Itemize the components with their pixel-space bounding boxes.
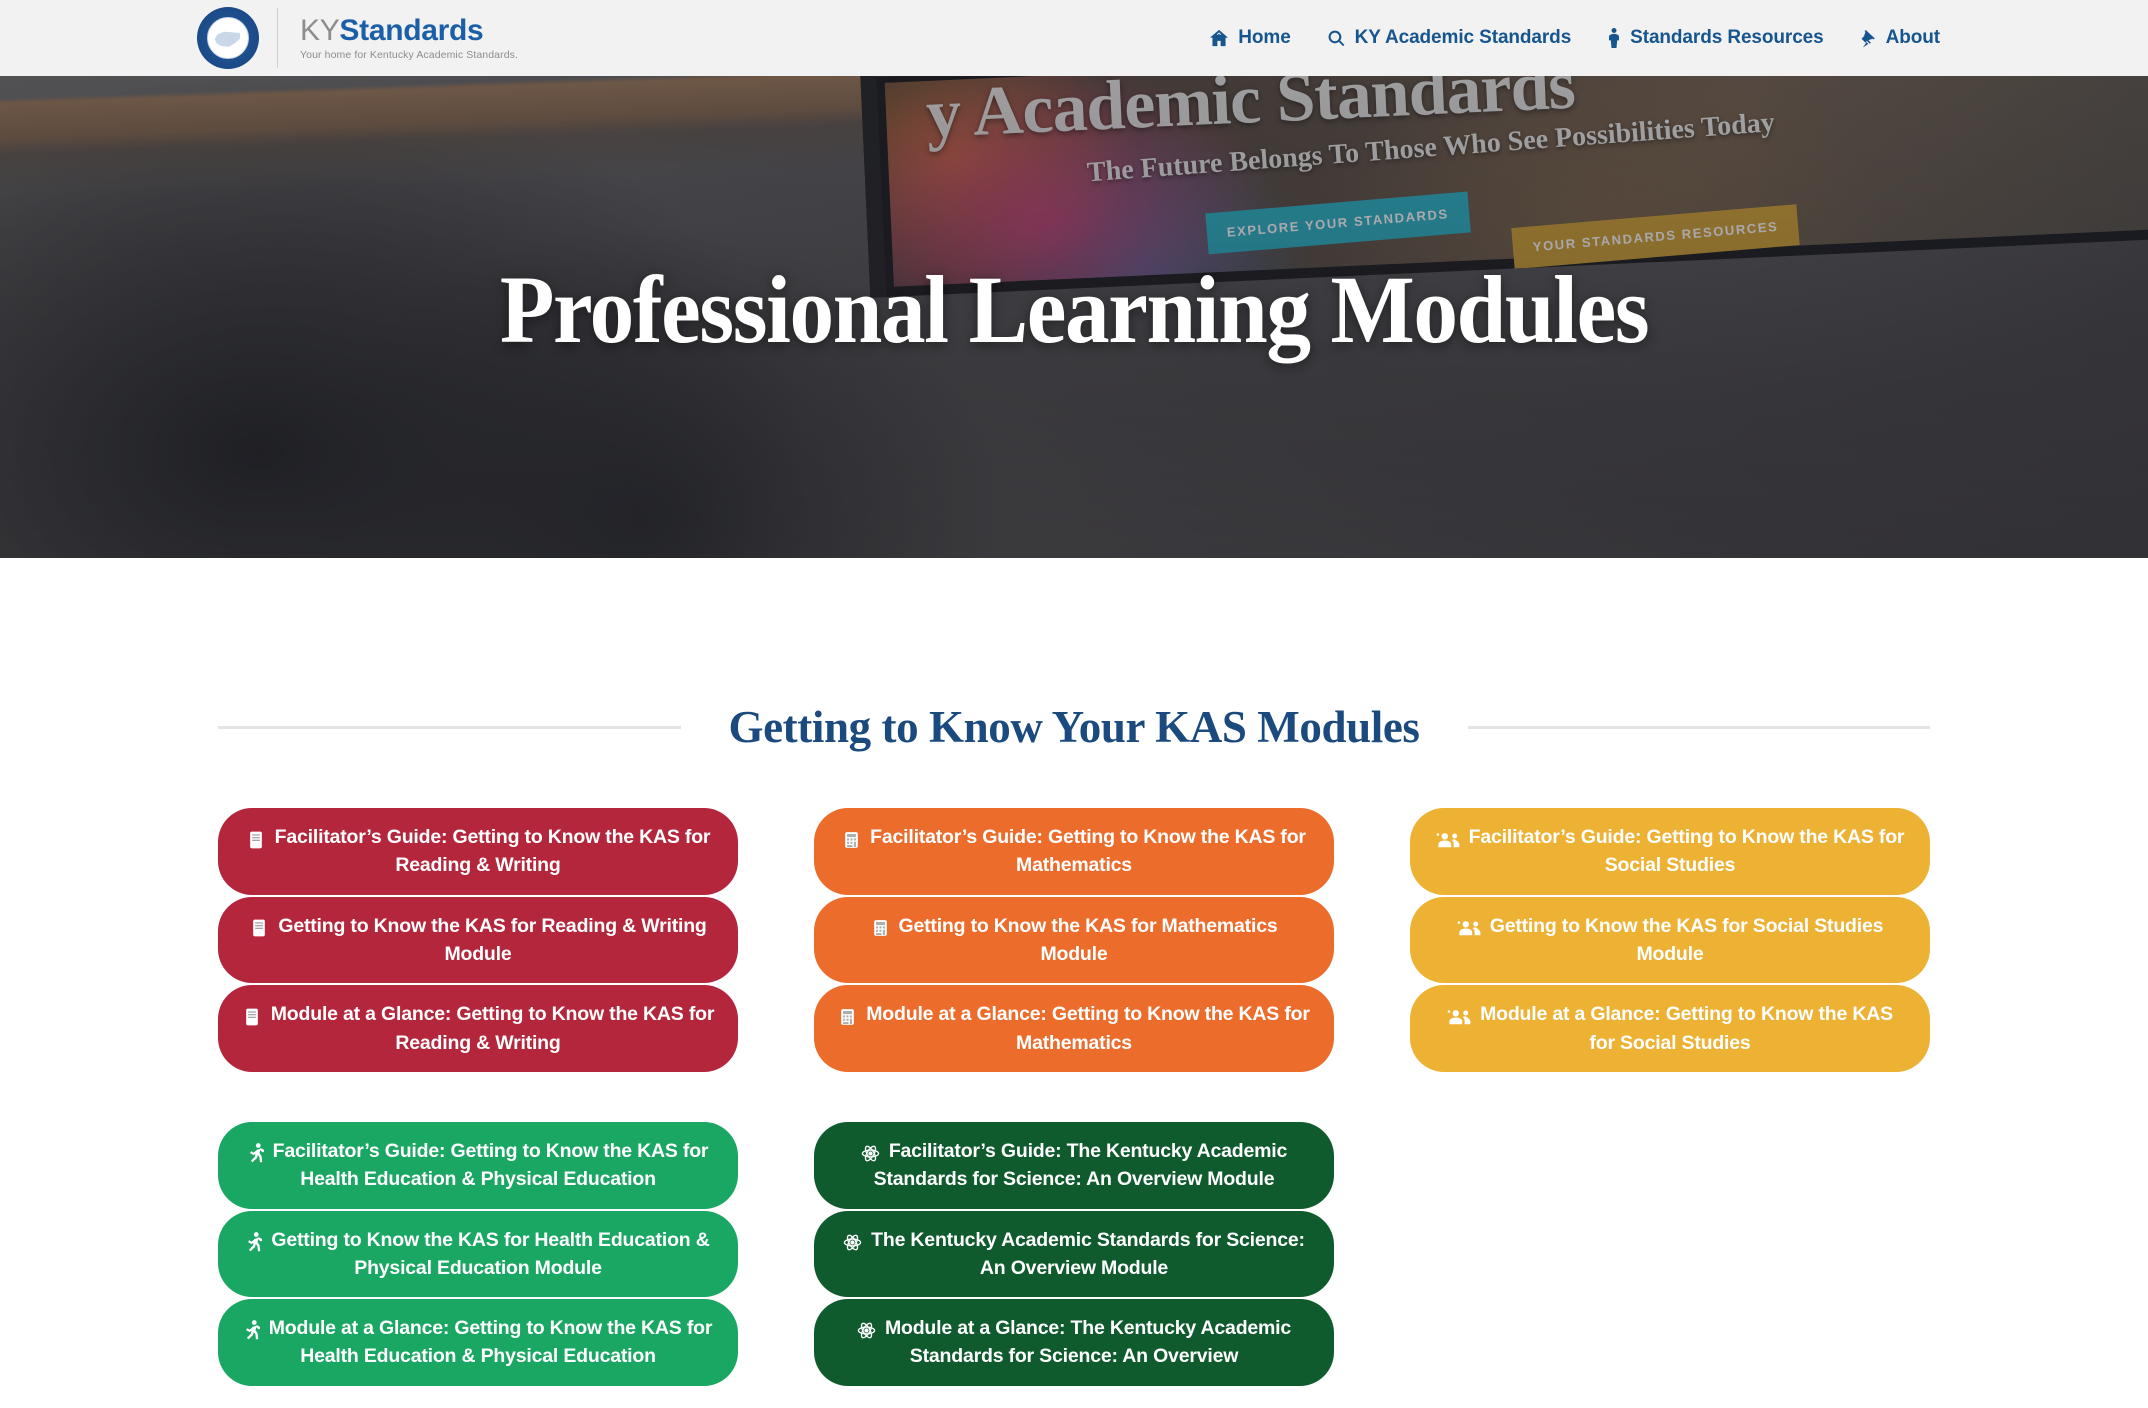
logo-divider [277, 8, 278, 68]
module-button[interactable]: Facilitator’s Guide: Getting to Know the… [218, 1121, 738, 1209]
module-button-label: Module at a Glance: The Kentucky Academi… [884, 1317, 1292, 1368]
module-button-label: Getting to Know the KAS for Mathematics … [898, 914, 1278, 965]
search-icon [1327, 29, 1346, 48]
module-button-label: Getting to Know the KAS for Social Studi… [1489, 914, 1884, 965]
thumbtack-icon [1860, 29, 1877, 48]
brand-title-standards: Standards [339, 13, 484, 47]
atom-icon [857, 1317, 876, 1343]
main-navigation: Home KY Academic Standards Standards Res… [1209, 0, 2148, 76]
module-button[interactable]: Facilitator’s Guide: Getting to Know the… [1410, 808, 1930, 895]
module-button[interactable]: Module at a Glance: Getting to Know the … [218, 985, 738, 1072]
module-group-reading-writing: Facilitator’s Guide: Getting to Know the… [218, 808, 738, 1072]
brand-text: KYStandards Your home for Kentucky Acade… [300, 15, 518, 62]
module-button[interactable]: Getting to Know the KAS for Social Studi… [1410, 896, 1930, 984]
site-header: KYStandards Your home for Kentucky Acade… [0, 0, 2148, 76]
nav-item-standards-resources[interactable]: Standards Resources [1607, 27, 1824, 49]
module-button-label: Getting to Know the KAS for Reading & Wr… [278, 914, 707, 965]
module-button[interactable]: Facilitator’s Guide: Getting to Know the… [218, 808, 738, 895]
module-button[interactable]: Getting to Know the KAS for Reading & Wr… [218, 896, 738, 984]
nav-label-home: Home [1238, 27, 1291, 48]
nav-label-ky-academic-standards: KY Academic Standards [1354, 27, 1572, 48]
module-button-label: Module at a Glance: Getting to Know the … [270, 1003, 715, 1054]
page-title: Professional Learning Modules [499, 256, 1650, 363]
module-grid: Facilitator’s Guide: Getting to Know the… [218, 753, 1930, 1386]
calculator-icon [871, 915, 890, 941]
section-heading-text: Getting to Know Your KAS Modules [728, 702, 1420, 752]
users-icon [1447, 1003, 1471, 1029]
module-button[interactable]: Module at a Glance: Getting to Know the … [218, 1299, 738, 1386]
nav-item-ky-academic-standards[interactable]: KY Academic Standards [1327, 27, 1571, 49]
site-logo[interactable]: KYStandards Your home for Kentucky Acade… [197, 0, 518, 76]
brand-title-ky: KY [300, 13, 340, 47]
section-heading: Getting to Know Your KAS Modules [218, 558, 1931, 753]
module-button-label: Facilitator’s Guide: Getting to Know the… [1468, 826, 1905, 877]
module-button-label: Module at a Glance: Getting to Know the … [1480, 1003, 1893, 1054]
atom-icon [861, 1140, 880, 1166]
users-icon [1436, 826, 1460, 852]
module-group-mathematics: Facilitator’s Guide: Getting to Know the… [814, 808, 1334, 1072]
running-icon [244, 1317, 260, 1343]
module-button-label: Module at a Glance: Getting to Know the … [866, 1003, 1310, 1054]
module-button[interactable]: The Kentucky Academic Standards for Scie… [814, 1210, 1334, 1298]
heading-rule-left [218, 725, 681, 729]
module-button[interactable]: Facilitator’s Guide: The Kentucky Academ… [814, 1121, 1334, 1209]
hero-banner: y Academic Standards The Future Belongs … [0, 76, 2148, 558]
module-button[interactable]: Getting to Know the KAS for Health Educa… [218, 1210, 738, 1298]
users-icon [1457, 915, 1481, 941]
calculator-icon [838, 1003, 857, 1029]
nav-item-about[interactable]: About [1860, 27, 1940, 49]
module-button-label: Facilitator’s Guide: The Kentucky Academ… [873, 1139, 1288, 1191]
running-icon [246, 1229, 263, 1255]
home-icon [1209, 29, 1229, 47]
brand-tagline: Your home for Kentucky Academic Standard… [300, 49, 519, 62]
module-button[interactable]: Facilitator’s Guide: Getting to Know the… [814, 808, 1334, 895]
running-icon [248, 1140, 264, 1166]
brand-title: KYStandards [300, 15, 518, 47]
person-icon [1607, 28, 1621, 48]
book-reader-icon [242, 1003, 262, 1029]
module-group-health-education-physical-education: Facilitator’s Guide: Getting to Know the… [218, 1121, 738, 1386]
kde-seal-icon [197, 7, 259, 69]
module-button[interactable]: Getting to Know the KAS for Mathematics … [814, 896, 1334, 984]
book-reader-icon [249, 915, 269, 941]
nav-label-standards-resources: Standards Resources [1630, 27, 1824, 48]
module-button[interactable]: Module at a Glance: Getting to Know the … [814, 985, 1334, 1072]
module-group-science: Facilitator’s Guide: The Kentucky Academ… [814, 1121, 1334, 1386]
heading-rule-right [1467, 725, 1931, 729]
calculator-icon [842, 826, 861, 852]
module-button[interactable]: Module at a Glance: Getting to Know the … [1410, 985, 1930, 1072]
module-button-label: Facilitator’s Guide: Getting to Know the… [272, 1139, 709, 1191]
module-button[interactable]: Module at a Glance: The Kentucky Academi… [814, 1299, 1334, 1386]
nav-item-home[interactable]: Home [1209, 27, 1291, 49]
module-button-label: Getting to Know the KAS for Health Educa… [271, 1228, 710, 1279]
module-button-label: Facilitator’s Guide: Getting to Know the… [870, 826, 1306, 877]
module-group-social-studies: Facilitator’s Guide: Getting to Know the… [1410, 808, 1930, 1072]
module-button-label: The Kentucky Academic Standards for Scie… [871, 1228, 1305, 1279]
book-reader-icon [246, 826, 266, 852]
nav-label-about: About [1885, 27, 1940, 48]
module-button-label: Facilitator’s Guide: Getting to Know the… [274, 826, 711, 877]
module-button-label: Module at a Glance: Getting to Know the … [268, 1317, 713, 1368]
atom-icon [843, 1229, 862, 1255]
